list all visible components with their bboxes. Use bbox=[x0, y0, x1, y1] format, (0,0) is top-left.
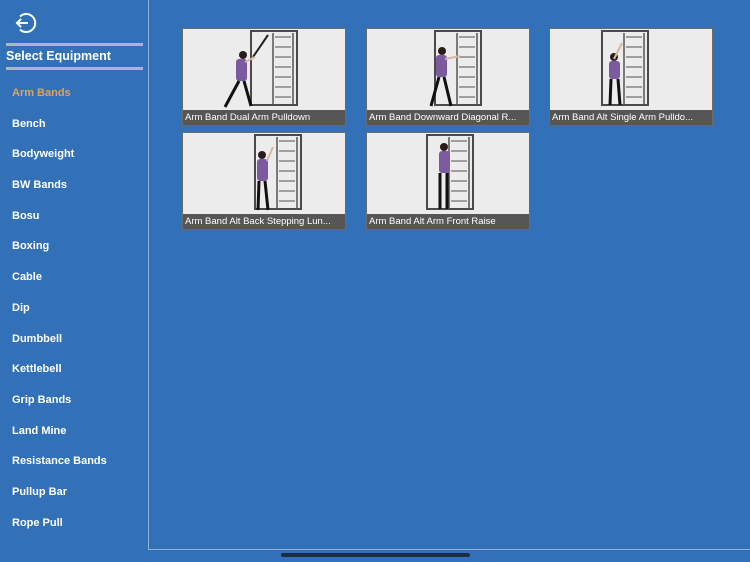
back-button[interactable] bbox=[13, 11, 37, 35]
equipment-item-dumbbell[interactable]: Dumbbell bbox=[12, 332, 107, 363]
exercise-tile[interactable]: Arm Band Downward Diagonal R... bbox=[366, 28, 530, 126]
exercise-thumbnail bbox=[367, 133, 529, 216]
equipment-item-arm-bands[interactable]: Arm Bands bbox=[12, 86, 107, 117]
exercise-thumbnail bbox=[367, 29, 529, 112]
exercise-caption: Arm Band Alt Back Stepping Lun... bbox=[183, 214, 345, 229]
sidebar: Select Equipment Arm Bands Bench Bodywei… bbox=[0, 0, 148, 562]
exercise-tile[interactable]: Arm Band Alt Single Arm Pulldo... bbox=[549, 28, 713, 126]
equipment-item-bodyweight[interactable]: Bodyweight bbox=[12, 147, 107, 178]
exercise-tile[interactable]: Arm Band Dual Arm Pulldown bbox=[182, 28, 346, 126]
exercise-tile[interactable]: Arm Band Alt Arm Front Raise bbox=[366, 132, 530, 230]
exercise-thumbnail bbox=[550, 29, 712, 112]
exercise-caption: Arm Band Downward Diagonal R... bbox=[367, 110, 529, 125]
equipment-item-bench[interactable]: Bench bbox=[12, 117, 107, 148]
exercise-caption: Arm Band Alt Arm Front Raise bbox=[367, 214, 529, 229]
exit-arrow-circle-icon bbox=[15, 13, 37, 33]
exercise-caption: Arm Band Alt Single Arm Pulldo... bbox=[550, 110, 712, 125]
exercise-caption: Arm Band Dual Arm Pulldown bbox=[183, 110, 345, 125]
title-divider-top bbox=[6, 43, 143, 46]
equipment-item-boxing[interactable]: Boxing bbox=[12, 239, 107, 270]
equipment-list: Arm Bands Bench Bodyweight BW Bands Bosu… bbox=[12, 86, 107, 546]
equipment-item-bosu[interactable]: Bosu bbox=[12, 209, 107, 240]
title-divider-bottom bbox=[6, 67, 143, 70]
home-indicator[interactable] bbox=[281, 553, 470, 557]
equipment-item-cable[interactable]: Cable bbox=[12, 270, 107, 301]
equipment-item-bw-bands[interactable]: BW Bands bbox=[12, 178, 107, 209]
sidebar-title: Select Equipment bbox=[6, 49, 111, 63]
exercise-thumbnail bbox=[183, 133, 345, 216]
equipment-item-resistance-bands[interactable]: Resistance Bands bbox=[12, 454, 107, 485]
equipment-item-grip-bands[interactable]: Grip Bands bbox=[12, 393, 107, 424]
exercise-thumbnail bbox=[183, 29, 345, 112]
equipment-item-pullup-bar[interactable]: Pullup Bar bbox=[12, 485, 107, 516]
equipment-item-kettlebell[interactable]: Kettlebell bbox=[12, 362, 107, 393]
equipment-item-dip[interactable]: Dip bbox=[12, 301, 107, 332]
equipment-item-rope-pull[interactable]: Rope Pull bbox=[12, 516, 107, 547]
exercise-tile[interactable]: Arm Band Alt Back Stepping Lun... bbox=[182, 132, 346, 230]
equipment-item-land-mine[interactable]: Land Mine bbox=[12, 424, 107, 455]
